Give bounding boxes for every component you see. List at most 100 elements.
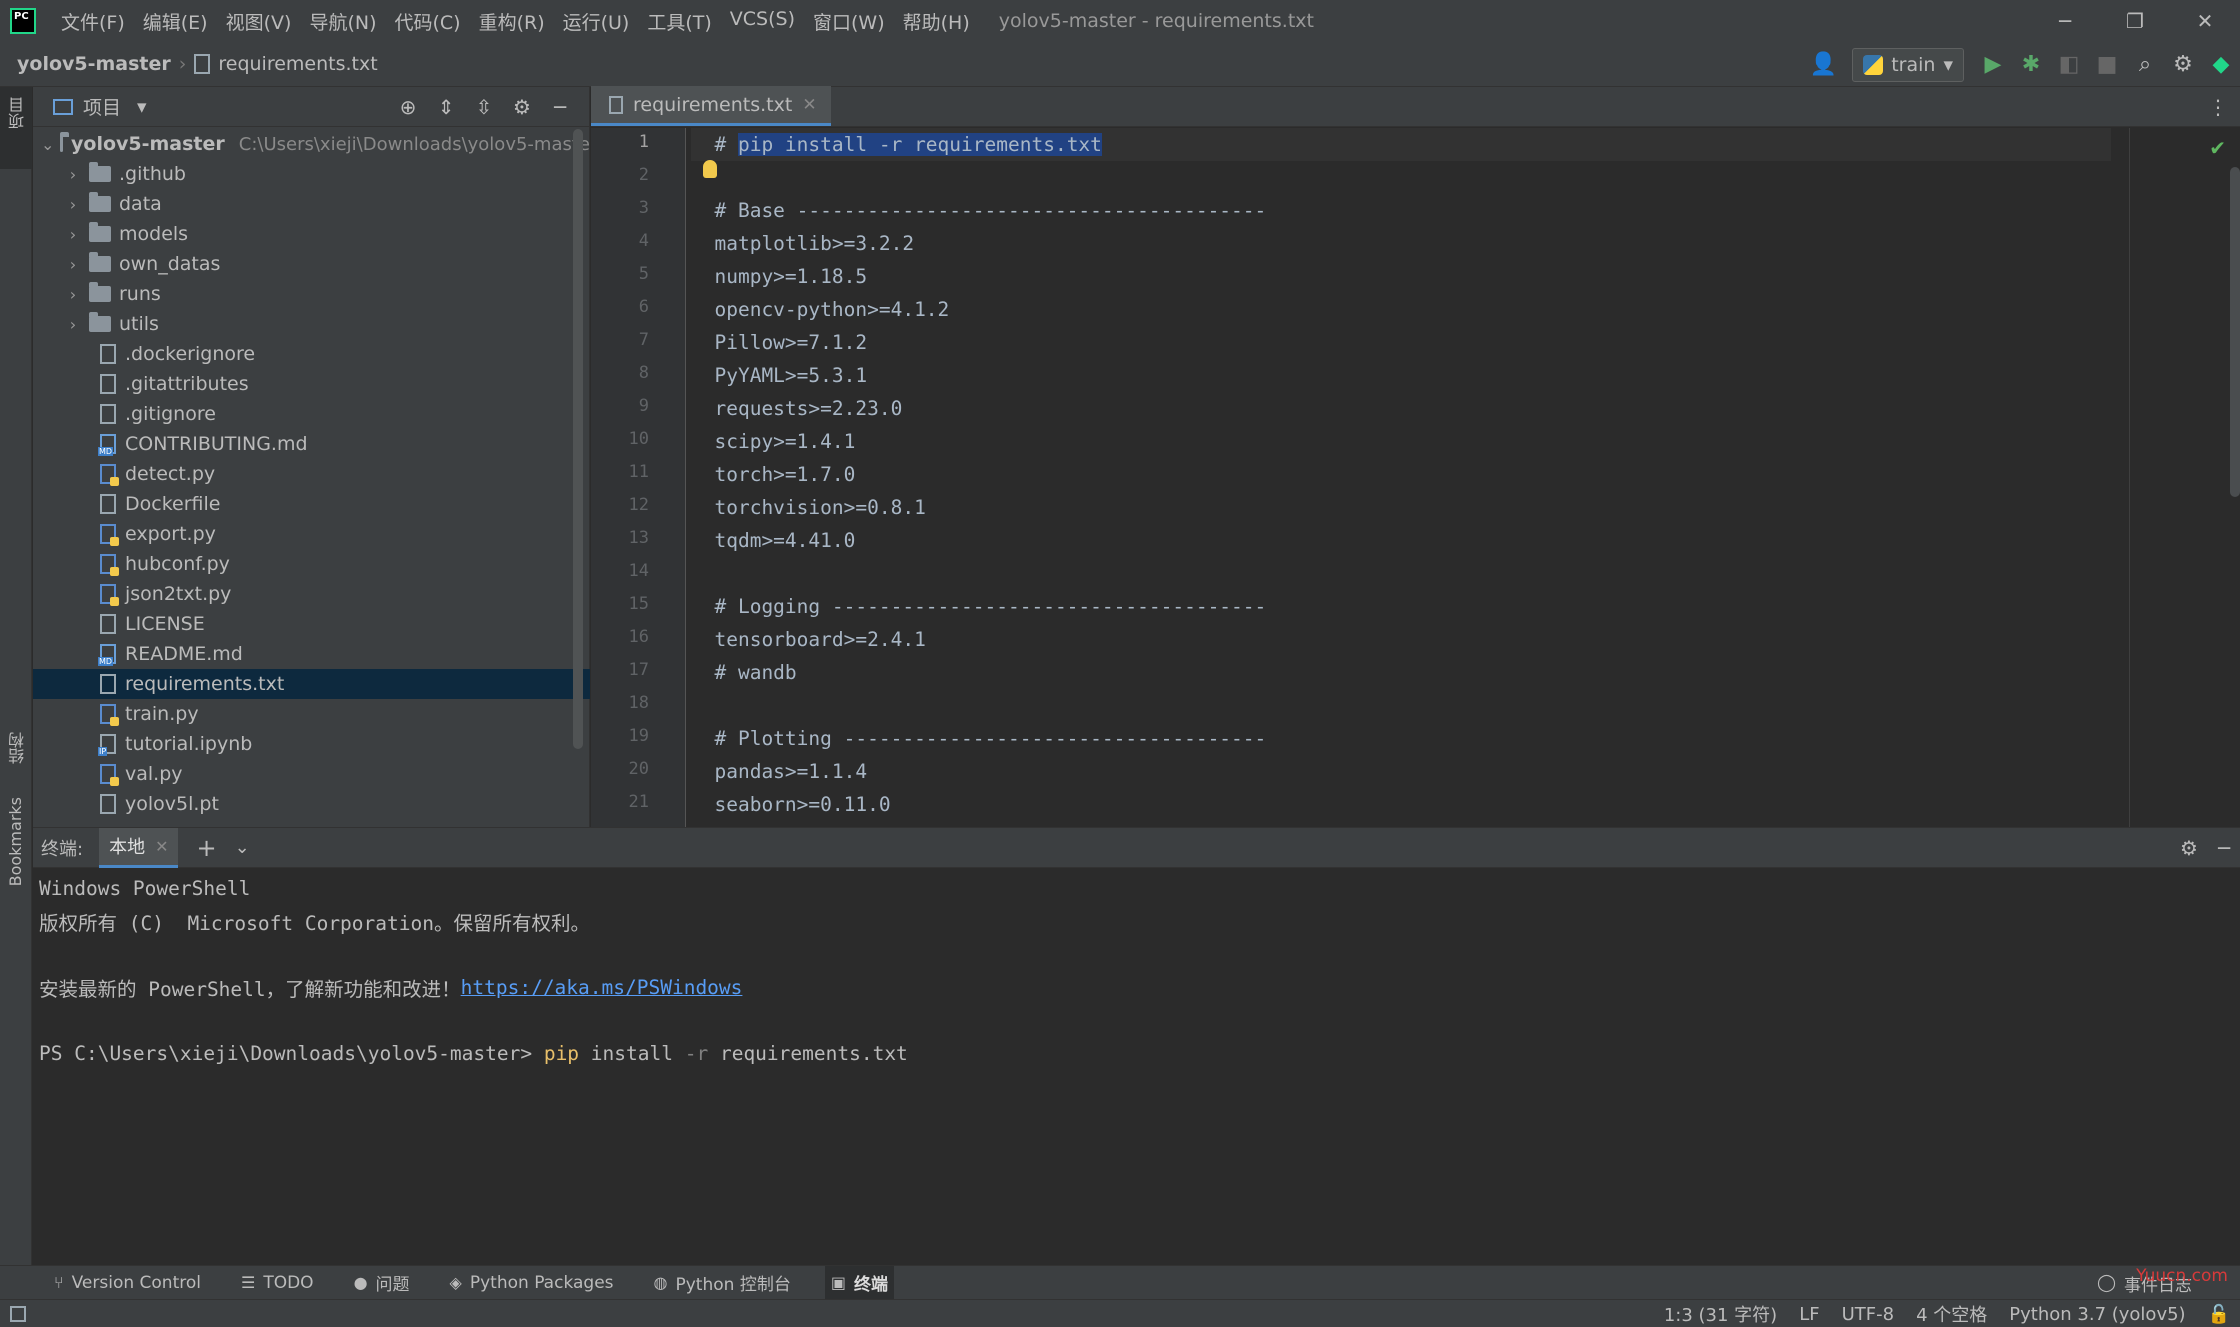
tree-file[interactable]: CONTRIBUTING.md <box>33 429 590 459</box>
todo-button[interactable]: ☰ TODO <box>235 1266 320 1300</box>
stop-icon[interactable]: ■ <box>2088 46 2126 84</box>
chevron-down-icon[interactable]: ⌄ <box>235 837 250 858</box>
menu-view[interactable]: 视图(V) <box>217 8 301 35</box>
chevron-right-icon[interactable]: › <box>63 165 83 184</box>
tree-file[interactable]: yolov5l.pt <box>33 789 590 819</box>
project-tool-button[interactable]: 项目 <box>0 87 32 169</box>
menu-tools[interactable]: 工具(T) <box>638 8 720 35</box>
text-file-icon <box>194 54 211 74</box>
debug-icon[interactable]: ✱ <box>2012 46 2050 84</box>
jetbrains-toolbox-icon[interactable]: ◆ <box>2202 46 2240 84</box>
tree-folder[interactable]: › models <box>33 219 590 249</box>
minimize-icon[interactable]: ─ <box>2030 0 2100 42</box>
tree-folder[interactable]: › own_datas <box>33 249 590 279</box>
menu-refactor[interactable]: 重构(R) <box>470 8 554 35</box>
tree-file-selected[interactable]: requirements.txt <box>33 669 590 699</box>
version-control-button[interactable]: ⑂ Version Control <box>48 1266 207 1300</box>
menu-help[interactable]: 帮助(H) <box>894 8 979 35</box>
close-tab-icon[interactable]: ✕ <box>155 837 168 856</box>
gear-icon[interactable]: ⚙ <box>2180 836 2198 860</box>
search-icon[interactable]: ⌕ <box>2126 46 2164 84</box>
restore-icon[interactable]: ❐ <box>2100 0 2170 42</box>
tree-scrollbar[interactable] <box>573 129 583 749</box>
tree-file[interactable]: json2txt.py <box>33 579 590 609</box>
checkmark-icon[interactable]: ✔ <box>2209 136 2226 160</box>
structure-tool-button[interactable]: 结构 <box>6 732 30 764</box>
line-separator[interactable]: LF <box>1799 1304 1819 1325</box>
menu-code[interactable]: 代码(C) <box>385 8 469 35</box>
python-console-button[interactable]: ◍ Python 控制台 <box>648 1266 797 1300</box>
tree-file[interactable]: .dockerignore <box>33 339 590 369</box>
tree-file[interactable]: .gitattributes <box>33 369 590 399</box>
lightbulb-icon[interactable] <box>703 160 717 178</box>
tree-file[interactable]: export.py <box>33 519 590 549</box>
expand-all-icon[interactable]: ⇕ <box>427 95 465 119</box>
chevron-down-icon[interactable]: ▾ <box>137 96 147 118</box>
user-icon[interactable]: 👤 <box>1804 46 1842 84</box>
menu-window[interactable]: 窗口(W) <box>804 8 894 35</box>
terminal-tab-local[interactable]: 本地 ✕ <box>99 827 179 868</box>
tree-file[interactable]: detect.py <box>33 459 590 489</box>
menu-edit[interactable]: 编辑(E) <box>134 8 217 35</box>
hide-icon[interactable]: ─ <box>541 95 579 119</box>
indent-setting[interactable]: 4 个空格 <box>1916 1301 1987 1327</box>
tree-folder[interactable]: › data <box>33 189 590 219</box>
lock-icon[interactable]: 🔓 <box>2208 1304 2230 1325</box>
problems-button[interactable]: ● 问题 <box>348 1266 416 1300</box>
chevron-right-icon[interactable]: › <box>63 225 83 244</box>
gear-icon[interactable]: ⚙ <box>2164 46 2202 84</box>
tree-folder[interactable]: › runs <box>33 279 590 309</box>
tree-file[interactable]: hubconf.py <box>33 549 590 579</box>
tree-file[interactable]: .gitignore <box>33 399 590 429</box>
file-encoding[interactable]: UTF-8 <box>1842 1304 1894 1325</box>
python-packages-button[interactable]: ◈ Python Packages <box>444 1266 620 1300</box>
more-vertical-icon[interactable]: ⋮ <box>2208 95 2228 119</box>
breadcrumb-file[interactable]: requirements.txt <box>218 53 377 75</box>
run-icon[interactable]: ▶ <box>1974 46 2012 84</box>
tree-file[interactable]: README.md <box>33 639 590 669</box>
close-icon[interactable]: ✕ <box>2170 0 2240 42</box>
powershell-link[interactable]: https://aka.ms/PSWindows <box>461 976 743 999</box>
tree-item-label: utils <box>119 313 159 335</box>
tree-file[interactable]: Dockerfile <box>33 489 590 519</box>
collapse-all-icon[interactable]: ⇳ <box>465 95 503 119</box>
project-view-icon <box>53 98 73 115</box>
terminal-output[interactable]: Windows PowerShell 版权所有 (C) Microsoft Co… <box>39 872 908 1070</box>
python-interpreter[interactable]: Python 3.7 (yolov5) <box>2009 1304 2185 1325</box>
gear-icon[interactable]: ⚙ <box>503 95 541 119</box>
tree-file[interactable]: train.py <box>33 699 590 729</box>
project-panel-title[interactable]: 项目 <box>83 93 121 120</box>
terminal-button[interactable]: ▣ 终端 <box>824 1265 894 1300</box>
close-tab-icon[interactable]: ✕ <box>802 95 816 115</box>
code-text: torch>=1.7.0 <box>714 463 856 486</box>
tab-requirements[interactable]: requirements.txt ✕ <box>591 86 831 126</box>
cursor-position[interactable]: 1:3 (31 字符) <box>1664 1301 1777 1327</box>
chevron-right-icon[interactable]: › <box>63 195 83 214</box>
chevron-right-icon[interactable]: › <box>63 285 83 304</box>
code-editor[interactable]: # pip install -r requirements.txt # Base… <box>691 128 2111 827</box>
chevron-down-icon[interactable]: ⌄ <box>41 135 54 154</box>
tree-file[interactable]: tutorial.ipynb <box>33 729 590 759</box>
tree-root[interactable]: ⌄ yolov5-master C:\Users\xieji\Downloads… <box>33 129 590 159</box>
menu-vcs[interactable]: VCS(S) <box>721 8 804 35</box>
bookmarks-tool-button[interactable]: Bookmarks <box>6 797 25 886</box>
code-text: Pillow>=7.1.2 <box>714 331 868 354</box>
locate-icon[interactable]: ⊕ <box>389 95 427 119</box>
menu-file[interactable]: 文件(F) <box>52 8 134 35</box>
editor-scrollbar[interactable] <box>2230 167 2240 497</box>
toggle-tool-windows-icon[interactable] <box>10 1305 26 1322</box>
menu-run[interactable]: 运行(U) <box>554 8 639 35</box>
tree-folder[interactable]: › utils <box>33 309 590 339</box>
tree-folder[interactable]: › .github <box>33 159 590 189</box>
chevron-right-icon[interactable]: › <box>63 315 83 334</box>
folder-icon <box>89 252 111 272</box>
menu-navigate[interactable]: 导航(N) <box>300 8 385 35</box>
coverage-icon[interactable]: ◧ <box>2050 46 2088 84</box>
breadcrumb-project[interactable]: yolov5-master <box>17 53 171 75</box>
chevron-right-icon[interactable]: › <box>63 255 83 274</box>
hide-icon[interactable]: ─ <box>2218 836 2230 860</box>
tree-file[interactable]: val.py <box>33 759 590 789</box>
run-configuration-selector[interactable]: train ▾ <box>1852 47 1964 82</box>
add-terminal-icon[interactable]: + <box>196 834 216 862</box>
tree-file[interactable]: LICENSE <box>33 609 590 639</box>
